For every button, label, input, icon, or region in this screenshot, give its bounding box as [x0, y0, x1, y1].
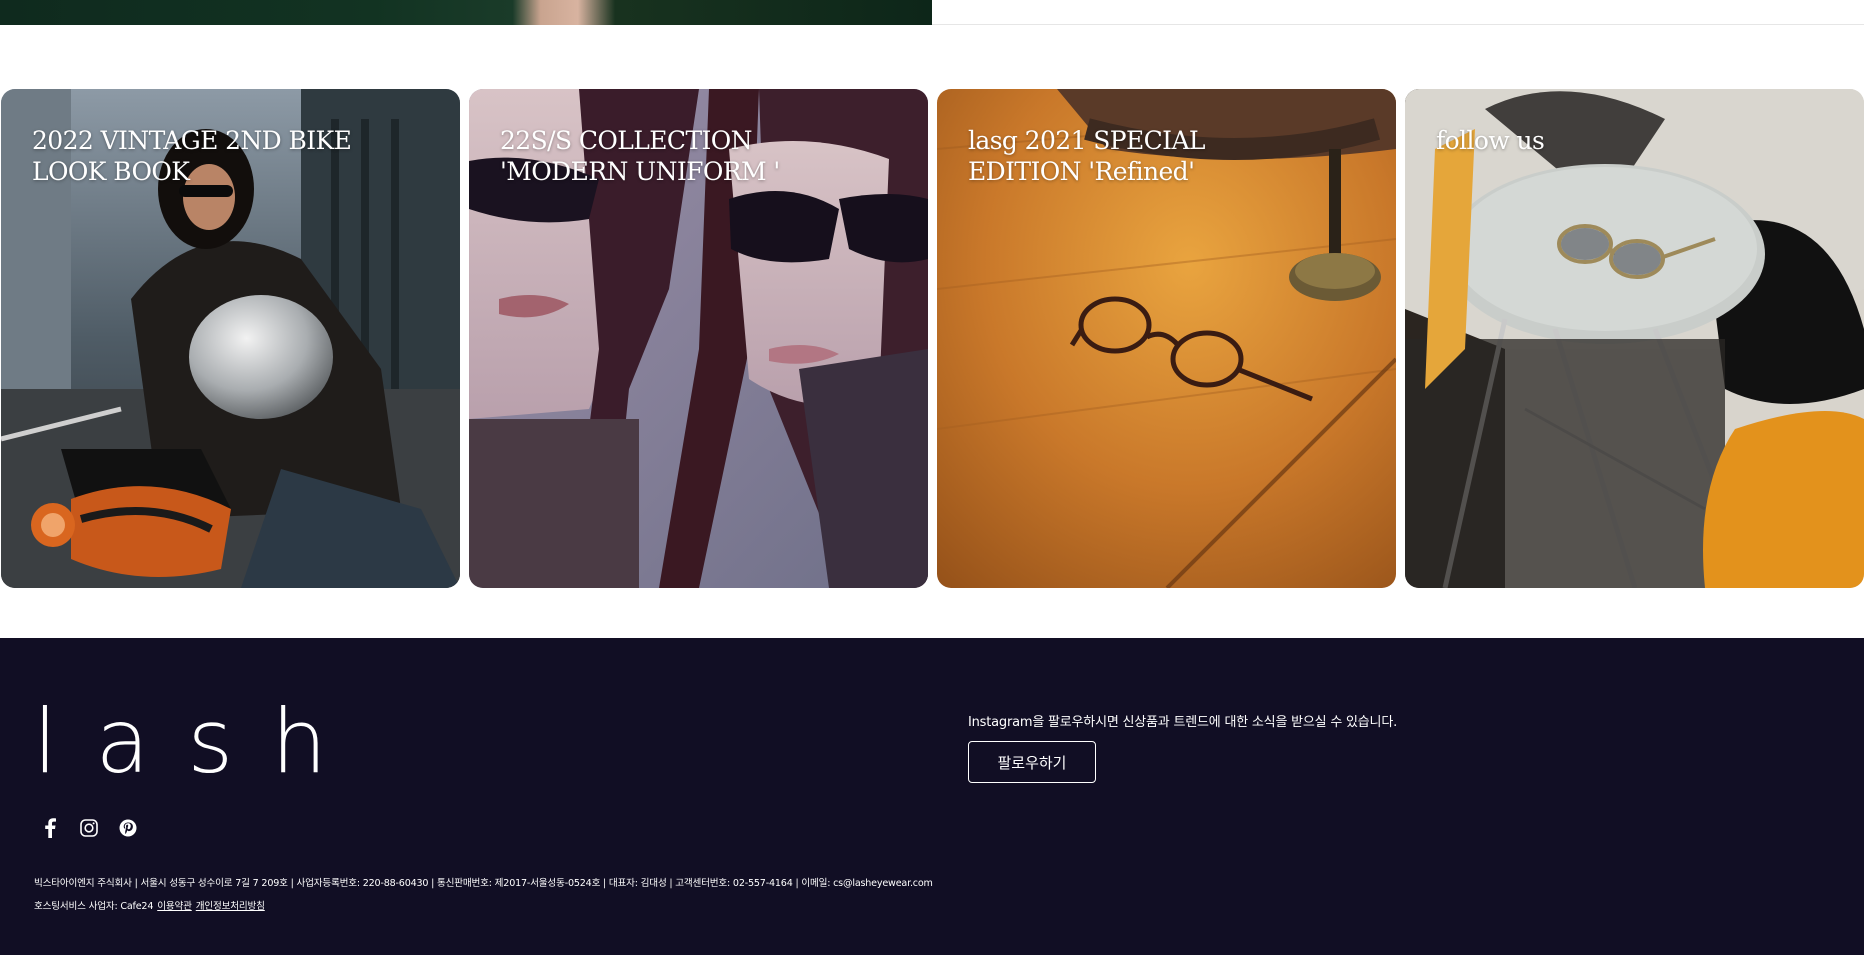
lookbook-card-follow-us[interactable]: follow us [1405, 89, 1864, 588]
lookbook-card-modern-uniform[interactable]: 22S/S COLLECTION 'MODERN UNIFORM ' [469, 89, 928, 588]
lookbook-cards: 2022 VINTAGE 2ND BIKE LOOK BOOK 22S/S CO… [0, 89, 1864, 589]
privacy-link[interactable]: 개인정보처리방침 [196, 901, 265, 912]
card-title: 22S/S COLLECTION 'MODERN UNIFORM ' [500, 126, 780, 186]
footer-logo[interactable]: lash [33, 698, 365, 786]
hosting-label: 호스팅서비스 사업자: Cafe24 [34, 901, 154, 912]
divider [932, 24, 1864, 25]
card-title: lasg 2021 SPECIAL EDITION 'Refined' [968, 126, 1206, 186]
facebook-icon[interactable] [40, 818, 60, 838]
follow-button[interactable]: 팔로우하기 [968, 741, 1096, 783]
top-banner-image [0, 0, 932, 25]
instagram-icon[interactable] [79, 818, 99, 838]
pinterest-icon[interactable] [118, 818, 138, 838]
follow-us-image [1405, 89, 1864, 588]
lookbook-card-bike[interactable]: 2022 VINTAGE 2ND BIKE LOOK BOOK [1, 89, 460, 588]
top-banner-strip [0, 0, 1864, 25]
social-links [40, 818, 138, 838]
company-info: 빅스타아이엔지 주식회사 | 서울시 성동구 성수이로 7길 7 209호 | … [34, 878, 933, 889]
terms-link[interactable]: 이용약관 [157, 901, 192, 912]
site-footer: lash Instagram을 팔로우하시면 신상품과 트렌드에 대한 소식을 … [0, 638, 1864, 955]
card-title: follow us [1436, 126, 1545, 155]
card-title: 2022 VINTAGE 2ND BIKE LOOK BOOK [32, 126, 352, 186]
lookbook-card-refined[interactable]: lasg 2021 SPECIAL EDITION 'Refined' [937, 89, 1396, 588]
instagram-follow-text: Instagram을 팔로우하시면 신상품과 트렌드에 대한 소식을 받으실 수… [968, 715, 1398, 730]
hosting-info: 호스팅서비스 사업자: Cafe24 이용약관 개인정보처리방침 [34, 898, 265, 912]
